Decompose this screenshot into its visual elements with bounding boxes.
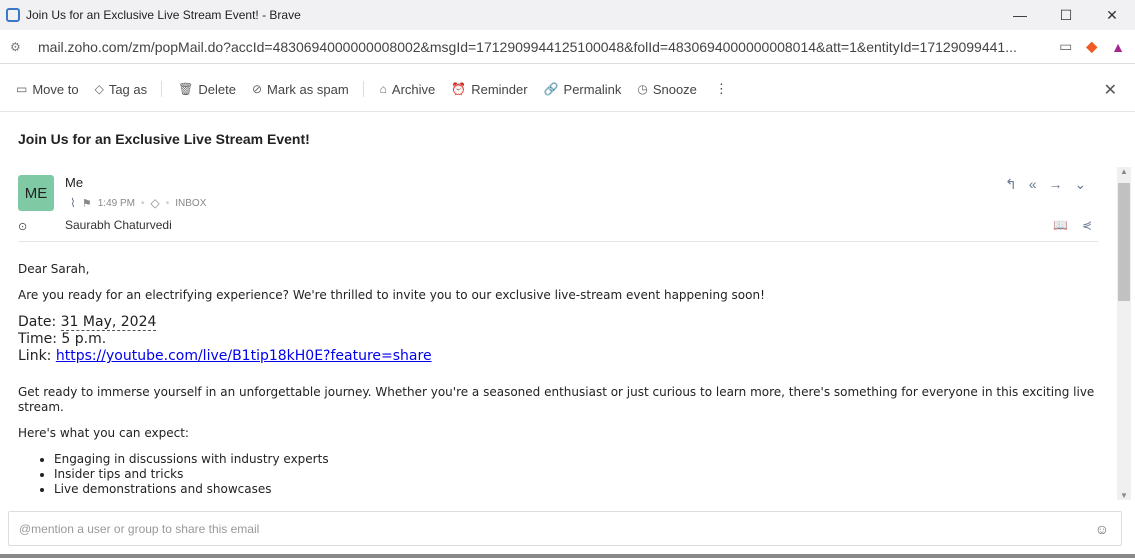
reply-icon[interactable]: ↰ [1005,176,1017,193]
close-window-button[interactable]: ✕ [1089,0,1135,30]
maximize-button[interactable]: ☐ [1043,0,1089,30]
scrollbar-thumb[interactable] [1118,183,1130,301]
scroll-down-arrow[interactable]: ▼ [1117,491,1131,500]
dot: • [140,197,145,209]
divider [18,241,1098,242]
expand-details-icon[interactable]: ⊙ [18,220,27,233]
mention-input[interactable]: @mention a user or group to share this e… [8,511,1122,546]
flag-icon[interactable]: ⚑ [82,197,92,210]
list-item: Live demonstrations and showcases [54,482,1098,497]
spam-icon: ⊘ [251,82,263,96]
mark-spam-button[interactable]: ⊘ Mark as spam [252,82,349,97]
minimize-button[interactable]: — [997,0,1043,30]
site-settings-icon[interactable]: ⚙ [10,40,28,54]
more-options-icon[interactable]: ⋮ [715,81,728,97]
archive-icon: ⌂ [379,82,387,96]
dot: • [165,197,170,209]
email-subject: Join Us for an Exclusive Live Stream Eve… [18,131,310,147]
list-item: Insider tips and tricks [54,467,1098,482]
email-body: Dear Sarah, Are you ready for an electri… [18,262,1098,505]
permalink-label: Permalink [563,81,622,97]
link-icon: 🔗 [543,82,559,96]
expect-list: Engaging in discussions with industry ex… [54,452,1098,497]
event-date[interactable]: 31 May, 2024 [60,314,157,331]
share-icon[interactable]: ⋞ [1082,218,1092,232]
sender-name[interactable]: Me [65,175,83,190]
close-icon[interactable]: ✕ [1104,80,1117,100]
window-title: Join Us for an Exclusive Live Stream Eve… [26,8,301,22]
event-details: Date: 31 May, 2024 Time: 5 p.m. Link: ht… [18,314,1098,365]
recipient-name[interactable]: Saurabh Chaturvedi [65,218,172,232]
brave-rewards-icon[interactable]: ▲ [1111,39,1125,55]
body-paragraph: Get ready to immerse yourself in an unfo… [18,385,1095,414]
email-meta: ⌇ ⚑ 1:49 PM • ◇ • INBOX [70,196,206,210]
email-time: 1:49 PM [97,197,135,209]
tag-icon: ◇ [94,82,104,96]
zoho-mail-icon [6,8,20,22]
intro-paragraph: Are you ready for an electrifying experi… [18,288,765,302]
folder-icon: ▭ [16,82,28,96]
link-label: Link: [18,348,56,364]
expect-heading: Here's what you can expect: [18,426,189,440]
divider [161,81,163,97]
url-field[interactable]: mail.zoho.com/zm/popMail.do?accId=483069… [38,39,1017,55]
archive-button[interactable]: ⌂ Archive [380,82,436,97]
title-bar: Join Us for an Exclusive Live Stream Eve… [0,0,1135,30]
trash-icon: 🗑 [178,82,194,96]
install-app-icon[interactable]: ▭ [1059,38,1072,55]
archive-label: Archive [391,81,436,97]
clock-icon: ◷ [637,82,648,96]
move-to-button[interactable]: ▭ Move to [16,82,79,97]
divider [0,111,1135,112]
avatar: ME [18,175,54,211]
list-item: Engaging in discussions with industry ex… [54,452,1098,467]
greeting: Dear Sarah, [18,262,90,276]
tag-as-button[interactable]: ◇ Tag as [95,82,148,97]
event-link[interactable]: https://youtube.com/live/B1tip18kH0E?fea… [56,348,432,364]
move-to-label: Move to [32,81,79,97]
divider [362,81,364,97]
mark-spam-label: Mark as spam [267,81,349,97]
event-time: Time: 5 p.m. [18,331,107,347]
address-bar: ⚙ mail.zoho.com/zm/popMail.do?accId=4830… [0,30,1135,64]
reading-view-icon[interactable]: 📖 [1053,218,1068,232]
emoji-icon[interactable]: ☺ [1095,521,1109,537]
reminder-button[interactable]: ⏰ Reminder [451,82,527,97]
taskbar-edge [0,554,1135,558]
reply-all-icon[interactable]: « [1029,176,1037,193]
tag-icon[interactable]: ◇ [151,196,160,210]
reminder-label: Reminder [471,81,528,97]
email-toolbar: ▭ Move to ◇ Tag as 🗑 Delete ⊘ Mark as spam ⌂… [0,73,1135,105]
chevron-down-icon[interactable]: ⌄ [1075,176,1087,193]
date-label: Date: [18,314,61,330]
brave-shields-icon[interactable]: ◆ [1086,38,1097,55]
forward-icon[interactable]: → [1049,176,1063,193]
scroll-up-arrow[interactable]: ▲ [1117,167,1131,176]
delete-label: Delete [198,81,236,97]
delete-button[interactable]: 🗑 Delete [178,82,236,97]
folder-label[interactable]: INBOX [175,198,206,209]
snooze-label: Snooze [652,81,697,97]
attachment-icon[interactable]: ⌇ [70,196,76,210]
permalink-button[interactable]: 🔗 Permalink [544,82,622,97]
alarm-icon: ⏰ [451,82,467,96]
scrollbar[interactable]: ▲ ▼ [1117,167,1131,500]
mention-placeholder: @mention a user or group to share this e… [19,521,260,536]
tag-as-label: Tag as [108,81,148,97]
snooze-button[interactable]: ◷ Snooze [637,82,697,97]
